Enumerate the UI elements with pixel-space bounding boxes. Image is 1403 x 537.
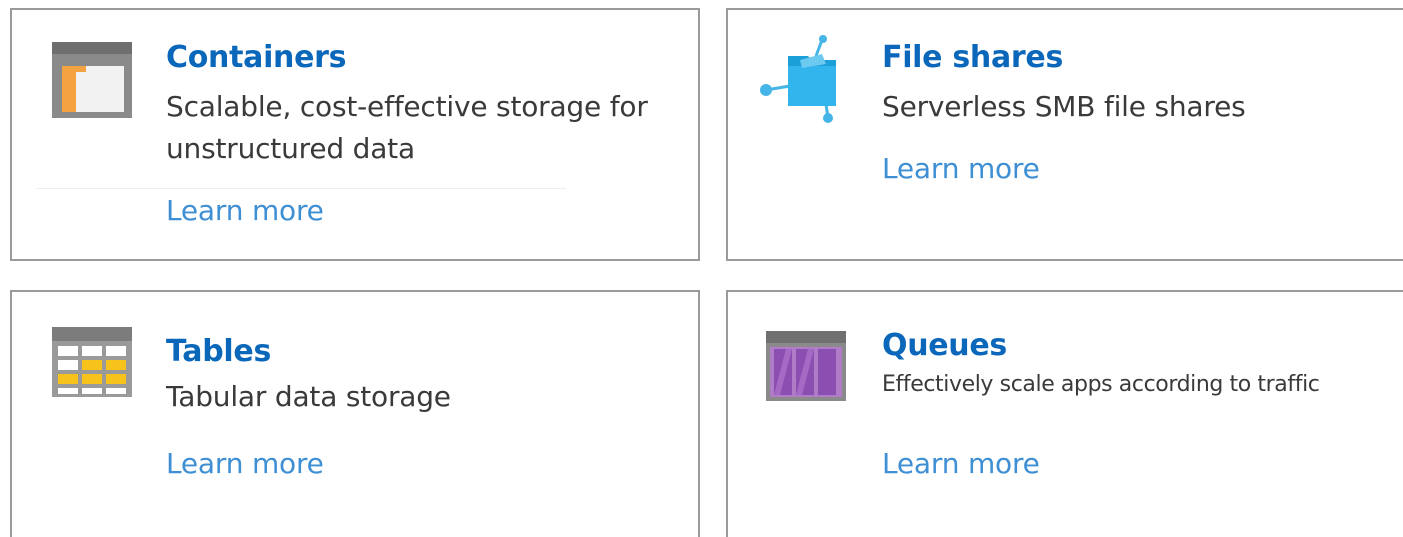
containers-description: Scalable, cost-effective storage for uns… <box>166 90 648 165</box>
queues-card[interactable]: Queues Effectively scale apps according … <box>726 290 1403 537</box>
containers-title[interactable]: Containers <box>166 40 347 75</box>
file-shares-description: Serverless SMB file shares <box>882 90 1246 123</box>
queues-title[interactable]: Queues <box>882 328 1007 363</box>
tables-card[interactable]: Tables Tabular data storage Learn more <box>10 290 700 537</box>
file-shares-icon <box>760 35 836 123</box>
file-shares-card[interactable]: File shares Serverless SMB file shares L… <box>726 8 1403 261</box>
containers-learn-more-link[interactable]: Learn more <box>166 194 324 227</box>
queues-learn-more-link[interactable]: Learn more <box>882 447 1040 480</box>
containers-icon <box>52 42 132 118</box>
tables-icon <box>52 327 132 397</box>
file-shares-title[interactable]: File shares <box>882 40 1063 75</box>
tables-title[interactable]: Tables <box>166 334 271 369</box>
storage-services-page: Containers Scalable, cost-effective stor… <box>0 0 1403 537</box>
queues-icon <box>766 331 846 401</box>
tables-learn-more-link[interactable]: Learn more <box>166 447 324 480</box>
queues-description: Effectively scale apps according to traf… <box>882 372 1320 397</box>
card-divider <box>36 188 566 189</box>
containers-card[interactable]: Containers Scalable, cost-effective stor… <box>10 8 700 261</box>
tables-description: Tabular data storage <box>166 380 451 413</box>
file-shares-learn-more-link[interactable]: Learn more <box>882 152 1040 185</box>
